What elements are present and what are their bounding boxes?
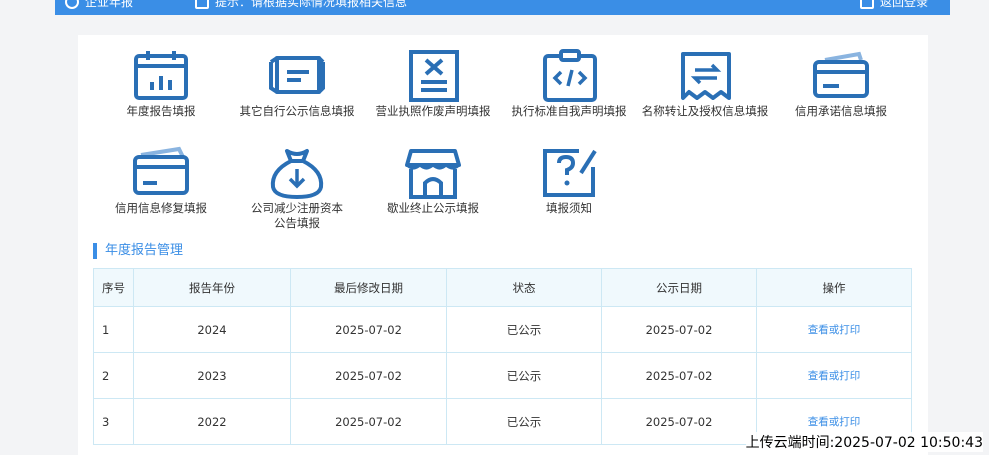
shop-icon (405, 149, 461, 199)
receipt-transfer-icon (681, 52, 731, 100)
view-print-link[interactable]: 查看或打印 (808, 370, 861, 382)
filing-notice-label: 填报须知 (546, 201, 592, 215)
topbar-notice: 提示：请根据实际情况填报相关信息 (195, 0, 407, 10)
col-header-no: 序号 (93, 268, 134, 307)
table-row: 2 2023 2025-07-02 已公示 2025-07-02 查看或打印 (93, 352, 912, 399)
cell-published: 2025-07-02 (601, 306, 757, 353)
cell-no: 2 (93, 352, 134, 399)
top-bar: 企业年报 提示：请根据实际情况填报相关信息 返回登录 (55, 0, 950, 15)
clipboard-code-icon (543, 49, 597, 102)
table-row: 1 2024 2025-07-02 已公示 2025-07-02 查看或打印 (93, 306, 912, 353)
document-icon (195, 0, 209, 9)
standard-declaration-label: 执行标准自我声明填报 (511, 104, 627, 118)
table-header-row: 序号 报告年份 最后修改日期 状态 公示日期 操作 (93, 268, 912, 307)
cell-year: 2024 (133, 306, 291, 353)
other-disclosure-label: 其它自行公示信息填报 (239, 104, 355, 118)
cell-year: 2022 (133, 398, 291, 445)
view-print-link[interactable]: 查看或打印 (808, 416, 861, 428)
calendar-chart-icon (134, 51, 188, 100)
other-disclosure-tile[interactable]: 其它自行公示信息填报 (227, 48, 367, 119)
upload-timestamp: 上传云端时间:2025-07-02 10:50:43 (745, 432, 983, 452)
view-print-link[interactable]: 查看或打印 (808, 324, 861, 336)
question-edit-icon (543, 149, 597, 197)
credit-repair-tile[interactable]: 信用信息修复填报 (91, 145, 231, 216)
cell-status: 已公示 (446, 352, 602, 399)
money-bag-icon (270, 149, 324, 200)
standard-declaration-tile[interactable]: 执行标准自我声明填报 (499, 48, 639, 119)
capital-reduction-tile[interactable]: 公司减少注册资本 公告填报 (227, 145, 367, 231)
cell-year: 2023 (133, 352, 291, 399)
license-void-label: 营业执照作废声明填报 (375, 104, 491, 118)
cell-action: 查看或打印 (756, 352, 912, 399)
name-transfer-label: 名称转让及授权信息填报 (641, 104, 769, 118)
col-header-year: 报告年份 (133, 268, 291, 307)
globe-icon (65, 0, 79, 9)
logout-icon (859, 0, 874, 9)
cell-status: 已公示 (446, 306, 602, 353)
license-void-tile[interactable]: 营业执照作废声明填报 (363, 48, 503, 119)
col-header-status: 状态 (446, 268, 602, 307)
credit-commitment-tile[interactable]: 信用承诺信息填报 (771, 48, 911, 119)
cell-modified: 2025-07-02 (290, 306, 447, 353)
col-header-modified: 最后修改日期 (290, 268, 447, 307)
document-x-icon (409, 50, 459, 102)
cell-published: 2025-07-02 (601, 398, 757, 445)
business-termination-label: 歇业终止公示填报 (387, 201, 479, 215)
cell-no: 1 (93, 306, 134, 353)
annual-report-table: 序号 报告年份 最后修改日期 状态 公示日期 操作 1 2024 2025-07… (93, 268, 912, 445)
cell-action: 查看或打印 (756, 306, 912, 353)
business-termination-tile[interactable]: 歇业终止公示填报 (363, 145, 503, 216)
col-header-action: 操作 (756, 268, 912, 307)
name-transfer-tile[interactable]: 名称转让及授权信息填报 (635, 48, 775, 119)
topbar-item-annual[interactable]: 企业年报 (65, 0, 133, 10)
cell-no: 3 (93, 398, 134, 445)
section-title: 年度报告管理 (93, 243, 183, 259)
capital-reduction-label: 公司减少注册资本 公告填报 (251, 201, 343, 230)
annual-report-label: 年度报告填报 (126, 104, 196, 118)
cell-modified: 2025-07-02 (290, 352, 447, 399)
filing-notice-tile[interactable]: 填报须知 (499, 145, 639, 216)
annual-report-tile[interactable]: 年度报告填报 (91, 48, 231, 119)
cell-modified: 2025-07-02 (290, 398, 447, 445)
card-icon (813, 51, 869, 98)
cell-status: 已公示 (446, 398, 602, 445)
return-login-link[interactable]: 返回登录 (859, 0, 928, 10)
credit-repair-label: 信用信息修复填报 (115, 201, 207, 215)
scroll-icon (269, 56, 325, 94)
credit-commitment-label: 信用承诺信息填报 (795, 104, 887, 118)
col-header-published: 公示日期 (601, 268, 757, 307)
card-stack-icon (133, 146, 189, 195)
cell-published: 2025-07-02 (601, 352, 757, 399)
